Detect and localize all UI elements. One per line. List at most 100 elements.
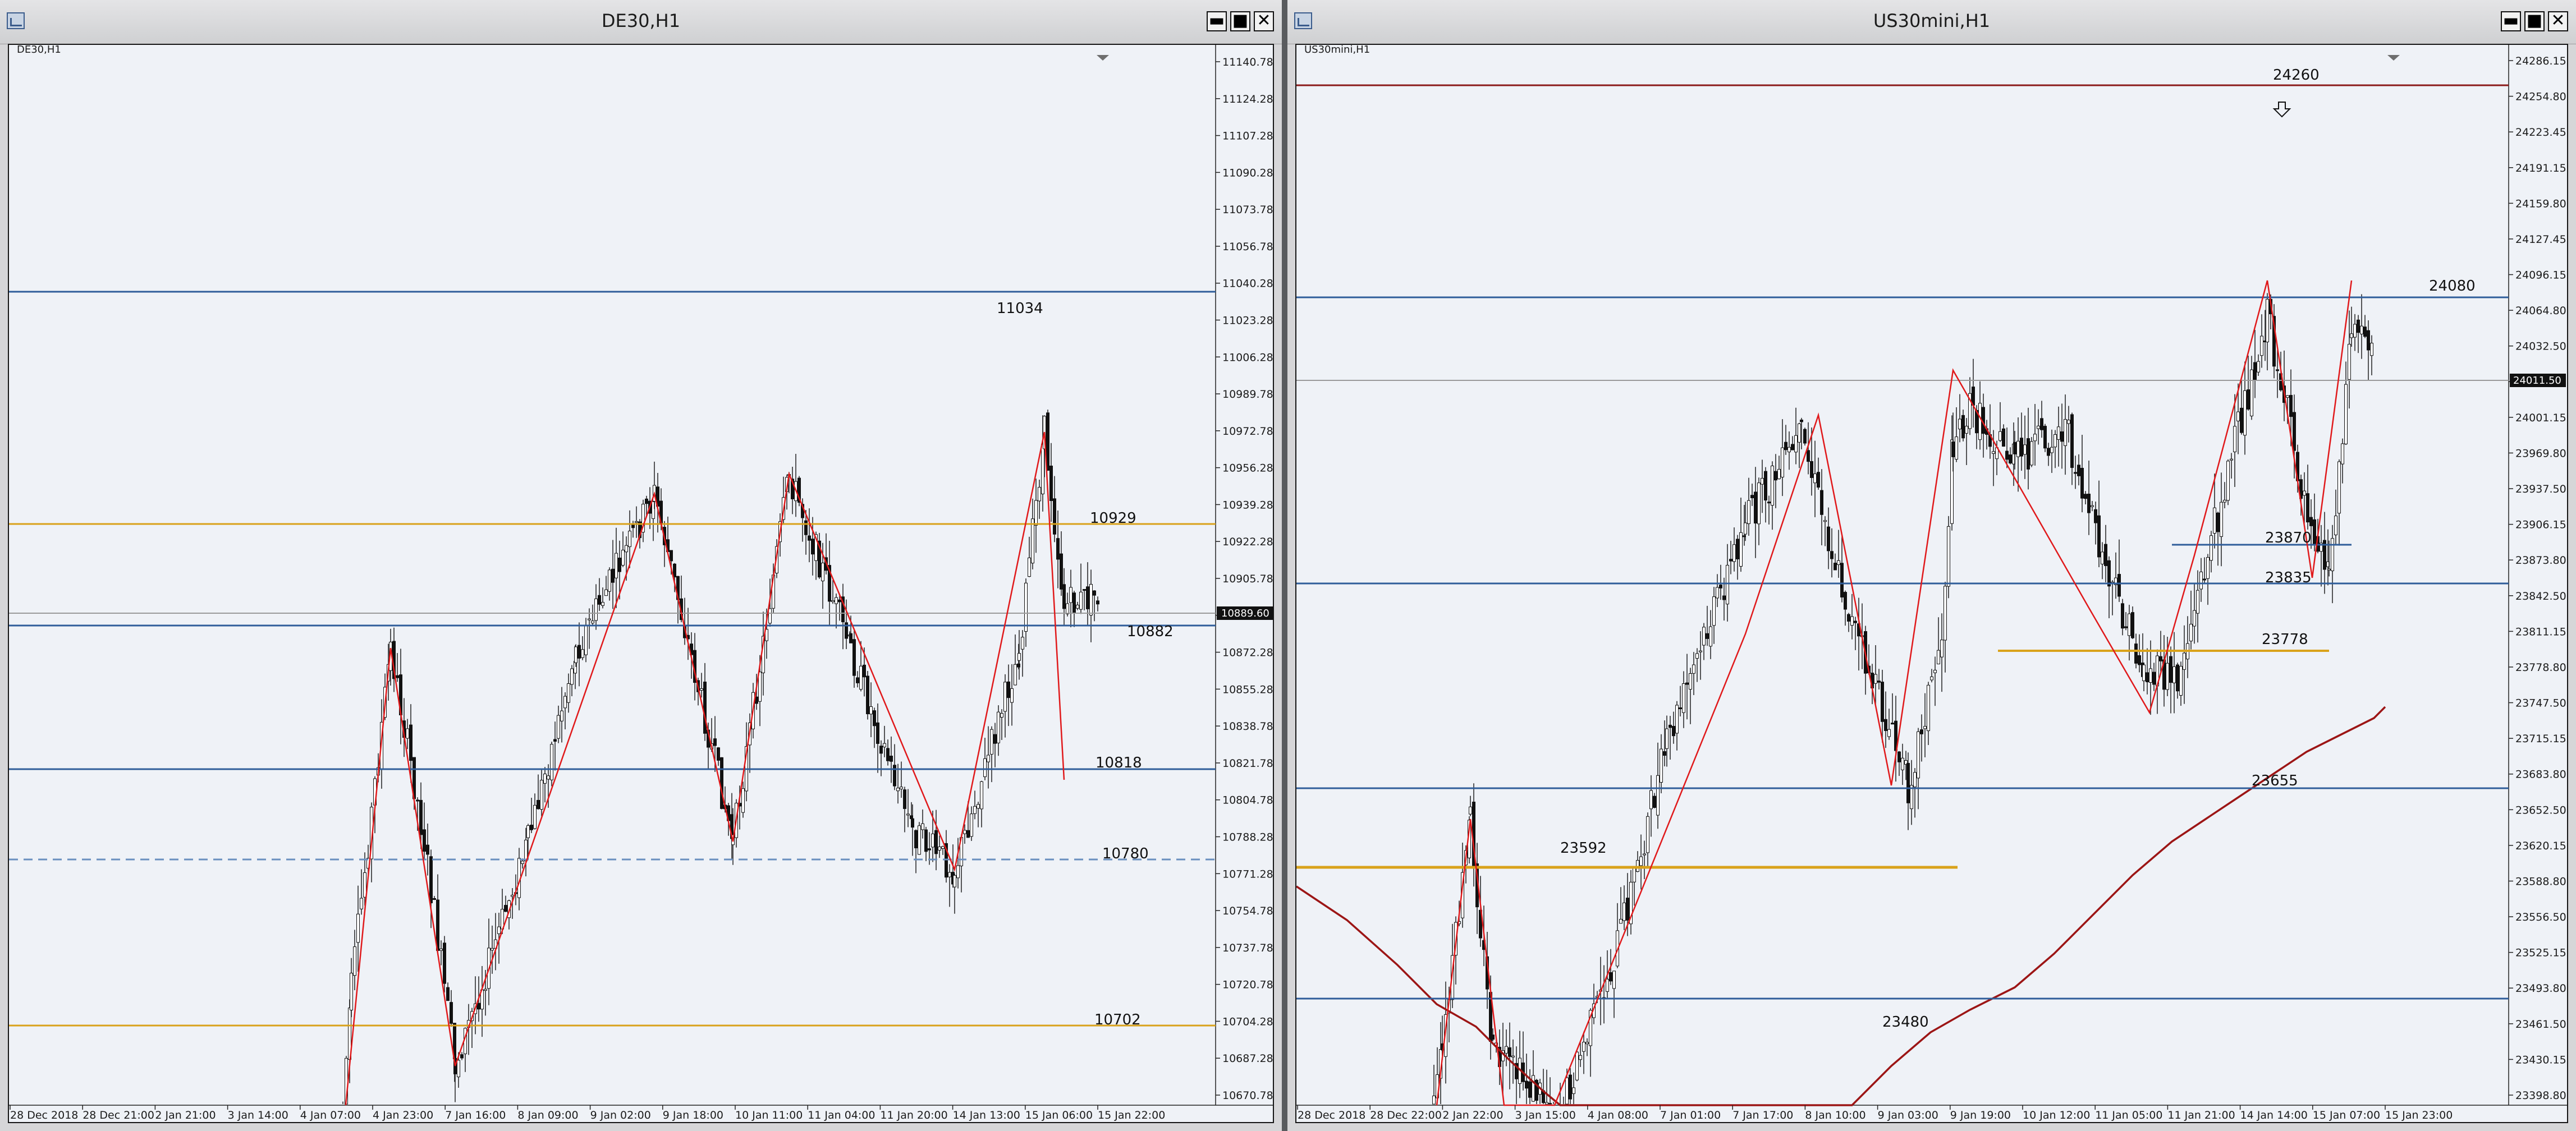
candle-body <box>914 830 918 849</box>
time-tick-label: 10 Jan 11:00 <box>735 1109 803 1121</box>
candle-body <box>1729 559 1732 562</box>
minimize-button[interactable]: ▬ <box>1207 11 1227 31</box>
candle-body <box>941 846 945 849</box>
price-axis[interactable]: 24286.15 24254.80 24223.45 24191.15 24159.80… <box>2509 55 2566 1102</box>
candle-body <box>581 649 584 658</box>
level-label-10818: 10818 <box>1096 755 1142 771</box>
price-tick-label: 10872.28 <box>1222 647 1273 659</box>
price-tick-label: 10737.78 <box>1222 942 1273 954</box>
candle-body <box>1639 856 1643 866</box>
price-tick-label: 11040.28 <box>1222 278 1273 290</box>
time-axis[interactable]: 28 Dec 2018 28 Dec 22:00 2 Jan 22:00 3 Jan … <box>1297 1105 2453 1121</box>
candle-body <box>570 668 574 685</box>
chart-window-us30mini[interactable]: US30mini,H1 ▬ ■ ✕ US30mini,H1 24260 2408… <box>1287 0 2576 1131</box>
candle-body <box>2013 442 2016 454</box>
window-titlebar[interactable]: DE30,H1 ▬ ■ ✕ <box>0 0 1282 44</box>
price-tick-label: 10754.78 <box>1222 905 1273 917</box>
candle-body <box>1810 461 1813 478</box>
candle-body <box>1034 500 1038 526</box>
price-chart[interactable]: DE30,H1 11034 10929 10882 10818 10780 10… <box>8 44 1274 1123</box>
down-arrow-icon[interactable] <box>2272 102 2291 118</box>
time-tick-label: 9 Jan 02:00 <box>590 1109 651 1121</box>
candle-body <box>416 799 419 802</box>
chart-shift-marker-icon[interactable] <box>2387 55 2400 61</box>
candle-body <box>900 787 903 789</box>
candle-body <box>1066 603 1069 614</box>
candle-body <box>1072 592 1076 614</box>
candle-body <box>2327 568 2331 571</box>
price-tick-label: 11056.78 <box>1222 241 1273 253</box>
candle-body <box>1827 526 1830 551</box>
time-tick-label: 8 Jan 09:00 <box>517 1109 578 1121</box>
chart-window-de30[interactable]: DE30,H1 ▬ ■ ✕ DE30,H1 11034 10929 10882 … <box>0 0 1282 1131</box>
candle-body <box>1565 1077 1569 1105</box>
candle-body <box>1685 682 1689 685</box>
candle-body <box>601 602 604 606</box>
candle-body <box>645 498 648 504</box>
candle-body <box>1656 775 1660 816</box>
price-tick-label: 10939.28 <box>1222 499 1273 511</box>
candle-body <box>911 818 914 828</box>
candle-body <box>419 799 423 835</box>
candle-body <box>953 875 956 888</box>
candle-body <box>2348 344 2351 380</box>
minimize-button[interactable]: ▬ <box>2501 11 2521 31</box>
candle-body <box>1798 423 1801 443</box>
candle-body <box>1069 587 1072 603</box>
price-tick-label: 24159.80 <box>2515 197 2566 210</box>
level-label-24260: 24260 <box>2273 67 2320 84</box>
price-chart[interactable]: US30mini,H1 24260 24080 23870 23835 2377… <box>1295 44 2568 1123</box>
candle-body <box>2124 626 2128 628</box>
price-tick-label: 10838.78 <box>1222 720 1273 733</box>
candle-body <box>1649 790 1653 810</box>
candle-body <box>2367 330 2370 351</box>
candle-body <box>1606 978 1609 992</box>
chart-shift-marker-icon[interactable] <box>1097 55 1109 61</box>
close-button[interactable]: ✕ <box>1254 11 1274 31</box>
candle-body <box>2183 652 2186 670</box>
candle-body <box>1086 586 1089 609</box>
candle-body <box>831 600 835 602</box>
candle-body <box>1699 650 1702 652</box>
candle-body <box>2179 666 2183 696</box>
candle-body <box>1532 1075 1535 1102</box>
candle-body <box>866 675 869 715</box>
candle-body <box>1545 1102 1548 1105</box>
candle-body <box>1619 919 1622 924</box>
symbol-label: DE30,H1 <box>17 45 61 56</box>
candle-body <box>1582 1042 1585 1052</box>
chart-canvas[interactable]: US30mini,H1 24260 24080 23870 23835 2377… <box>1296 45 2568 1122</box>
candle-body <box>938 847 941 850</box>
candle-body <box>1000 713 1003 718</box>
price-tick-label: 11140.78 <box>1222 56 1273 68</box>
candle-body <box>1021 637 1024 650</box>
candle-body <box>1007 681 1010 698</box>
candle-body <box>1917 731 1920 779</box>
candle-body <box>2054 434 2057 448</box>
maximize-button[interactable]: ■ <box>2524 11 2545 31</box>
maximize-button[interactable]: ■ <box>1230 11 1250 31</box>
candle-body <box>713 738 717 746</box>
close-button[interactable]: ✕ <box>2548 11 2568 31</box>
candle-body <box>2236 411 2240 421</box>
candle-body <box>849 633 852 643</box>
price-tick-label: 10956.28 <box>1222 462 1273 475</box>
price-tick-label: 10704.28 <box>1222 1015 1273 1028</box>
candle-body <box>1669 724 1672 728</box>
candle-body <box>893 765 896 787</box>
price-tick-label: 10972.78 <box>1222 425 1273 438</box>
candle-body <box>2040 418 2043 430</box>
window-titlebar[interactable]: US30mini,H1 ▬ ■ ✕ <box>1287 0 2576 44</box>
candle-body <box>2043 426 2047 449</box>
time-axis[interactable]: 28 Dec 2018 28 Dec 21:00 2 Jan 21:00 3 Jan … <box>10 1105 1165 1121</box>
price-axis[interactable]: 11140.78 11124.28 11107.28 11090.28 11073.78… <box>1216 56 1273 1102</box>
price-tick-label: 23842.50 <box>2515 590 2566 603</box>
chart-canvas[interactable]: DE30,H1 11034 10929 10882 10818 10780 10… <box>9 45 1274 1122</box>
candle-body <box>1653 796 1656 808</box>
candle-body <box>934 830 938 854</box>
candle-body <box>997 711 1000 743</box>
candle-body <box>1854 620 1857 623</box>
candle-body <box>1014 664 1017 686</box>
price-tick-label: 10821.78 <box>1222 757 1273 770</box>
candle-body <box>1955 436 1958 460</box>
